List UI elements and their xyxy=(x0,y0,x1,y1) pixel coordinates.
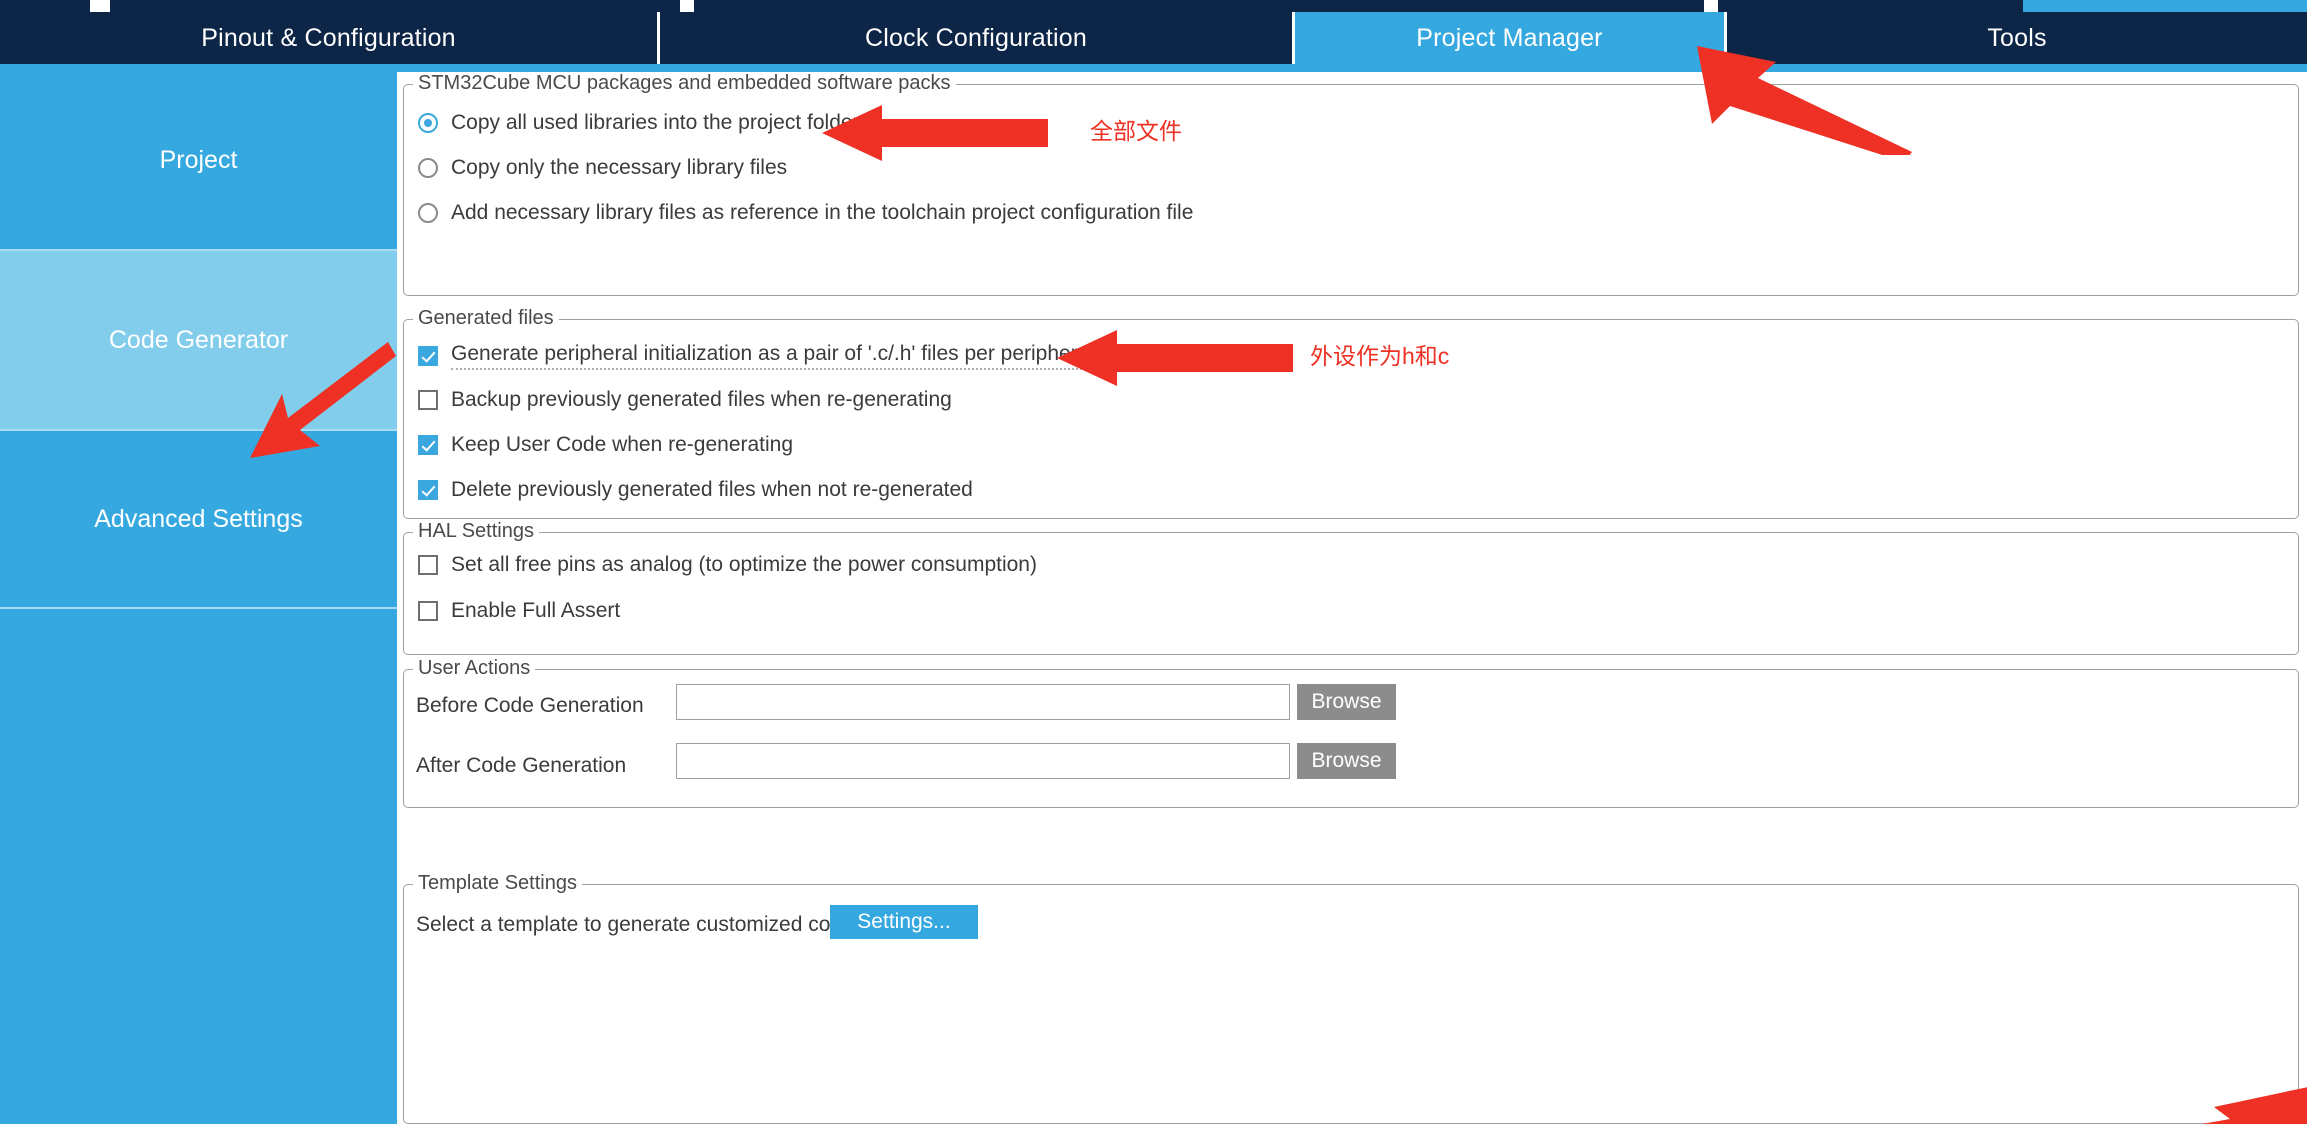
sidebar-item-code-generator[interactable]: Code Generator xyxy=(0,251,397,431)
group-title: Generated files xyxy=(413,307,559,330)
group-mcu-packages: STM32Cube MCU packages and embedded soft… xyxy=(403,72,2299,296)
group-user-actions: User Actions Before Code Generation Brow… xyxy=(403,657,2299,808)
radio-indicator-icon[interactable] xyxy=(418,113,438,133)
label-select-template: Select a template to generate customized… xyxy=(416,913,854,936)
checkbox-indicator-icon[interactable] xyxy=(418,435,438,455)
before-code-generation-browse-button[interactable]: Browse xyxy=(1297,684,1396,720)
label-before-code-generation: Before Code Generation xyxy=(416,694,644,717)
checkbox-indicator-icon[interactable] xyxy=(418,480,438,500)
code-generator-panel: STM32Cube MCU packages and embedded soft… xyxy=(397,72,2307,1124)
checkbox-label: Generate peripheral initialization as a … xyxy=(451,342,1095,370)
label-after-code-generation: After Code Generation xyxy=(416,754,627,777)
radio-indicator-icon[interactable] xyxy=(418,158,438,178)
tab-project-manager[interactable]: Project Manager xyxy=(1295,12,1727,64)
checkbox-label: Backup previously generated files when r… xyxy=(451,388,952,411)
checkbox-keep-user-code[interactable]: Keep User Code when re-generating xyxy=(418,433,793,457)
before-code-generation-input[interactable] xyxy=(676,684,1290,720)
chrome-segment-accent xyxy=(2023,0,2307,12)
group-title: HAL Settings xyxy=(413,520,539,543)
group-title: Template Settings xyxy=(413,872,582,895)
sidebar-item-advanced-settings[interactable]: Advanced Settings xyxy=(0,431,397,609)
button-label: Browse xyxy=(1311,690,1382,713)
checkbox-label: Delete previously generated files when n… xyxy=(451,478,973,501)
checkbox-label: Keep User Code when re-generating xyxy=(451,433,794,456)
sidebar-item-label: Advanced Settings xyxy=(94,504,303,533)
checkbox-backup-previously-generated[interactable]: Backup previously generated files when r… xyxy=(418,388,952,412)
body-area: Project Code Generator Advanced Settings… xyxy=(0,72,2307,1124)
window-chrome-strip xyxy=(0,0,2307,12)
tabbar-accent-rail xyxy=(0,64,2307,72)
button-label: Browse xyxy=(1311,749,1382,772)
chrome-segment-left xyxy=(0,0,90,12)
checkbox-indicator-icon[interactable] xyxy=(418,346,438,366)
button-label: Settings... xyxy=(857,910,951,933)
tab-label: Clock Configuration xyxy=(865,23,1087,52)
tab-tools[interactable]: Tools xyxy=(1727,12,2307,64)
checkbox-label: Enable Full Assert xyxy=(451,599,621,622)
tab-pinout-configuration[interactable]: Pinout & Configuration xyxy=(0,12,660,64)
annotation-label-all-files: 全部文件 xyxy=(1090,118,1182,144)
after-code-generation-browse-button[interactable]: Browse xyxy=(1297,743,1396,779)
sidebar-item-label: Project xyxy=(159,146,238,174)
radio-label: Copy only the necessary library files xyxy=(451,156,788,179)
group-title: User Actions xyxy=(413,657,536,680)
sidebar-item-label: Code Generator xyxy=(108,325,289,354)
radio-label: Copy all used libraries into the project… xyxy=(451,111,860,134)
main-tabbar: Pinout & Configuration Clock Configurati… xyxy=(0,12,2307,64)
annotation-label-peripheral-h-c: 外设作为h和c xyxy=(1310,343,1450,369)
group-hal-settings: HAL Settings Set all free pins as analog… xyxy=(403,520,2299,655)
checkbox-enable-full-assert[interactable]: Enable Full Assert xyxy=(418,599,620,623)
group-template-settings: Template Settings Select a template to g… xyxy=(403,872,2299,1124)
radio-copy-all-libraries[interactable]: Copy all used libraries into the project… xyxy=(418,111,860,135)
checkbox-indicator-icon[interactable] xyxy=(418,390,438,410)
stm32cubemx-window: Pinout & Configuration Clock Configurati… xyxy=(0,0,2307,1124)
group-title: STM32Cube MCU packages and embedded soft… xyxy=(413,72,956,95)
after-code-generation-input[interactable] xyxy=(676,743,1290,779)
checkbox-delete-previously-generated[interactable]: Delete previously generated files when n… xyxy=(418,478,973,502)
chrome-segment-mid-1 xyxy=(110,0,680,12)
tab-label: Project Manager xyxy=(1416,23,1603,52)
checkbox-indicator-icon[interactable] xyxy=(418,555,438,575)
tab-clock-configuration[interactable]: Clock Configuration xyxy=(660,12,1295,64)
chrome-segment-mid-2 xyxy=(694,0,1704,12)
tab-label: Pinout & Configuration xyxy=(201,23,456,52)
checkbox-indicator-icon[interactable] xyxy=(418,601,438,621)
checkbox-label: Set all free pins as analog (to optimize… xyxy=(451,553,1037,576)
radio-label: Add necessary library files as reference… xyxy=(451,201,1194,224)
checkbox-set-free-pins-analog[interactable]: Set all free pins as analog (to optimize… xyxy=(418,553,1037,577)
sidebar-item-project[interactable]: Project xyxy=(0,72,397,251)
sidebar: Project Code Generator Advanced Settings xyxy=(0,72,397,1124)
template-settings-button[interactable]: Settings... xyxy=(830,905,978,939)
chrome-segment-right xyxy=(1718,0,2023,12)
radio-copy-only-necessary[interactable]: Copy only the necessary library files xyxy=(418,156,787,180)
tab-label: Tools xyxy=(1987,23,2047,52)
sidebar-filler xyxy=(0,609,397,1122)
radio-indicator-icon[interactable] xyxy=(418,203,438,223)
radio-add-as-reference[interactable]: Add necessary library files as reference… xyxy=(418,201,1193,225)
checkbox-generate-peripheral-init-pair[interactable]: Generate peripheral initialization as a … xyxy=(418,342,1095,370)
